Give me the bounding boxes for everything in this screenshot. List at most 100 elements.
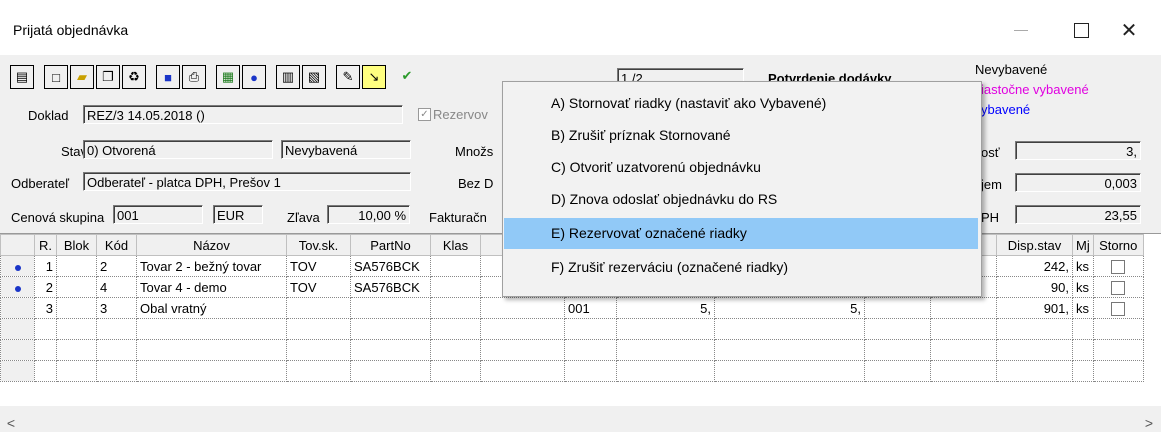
recycle-icon[interactable]: ♻ (122, 65, 146, 89)
menu-item-odoslat[interactable]: D) Znova odoslať objednávku do RS (504, 184, 978, 215)
mnozstvo-total-label: osť (981, 145, 1000, 160)
doklad-label: Doklad (28, 108, 69, 123)
col-header-mj[interactable]: Mj (1072, 234, 1094, 256)
monitor-icon[interactable]: ■ (156, 65, 180, 89)
dph-label: PH (981, 210, 1000, 225)
cell-klas (430, 255, 481, 277)
menu-item-rezervovat[interactable]: E) Rezervovať označené riadky (504, 218, 978, 249)
rezervov-label: Rezervov (433, 107, 488, 122)
odberatel-field[interactable]: Odberateľ - platca DPH, Prešov 1 (83, 172, 411, 191)
checkmark-icon[interactable]: ✔ (396, 65, 418, 87)
cell-blok (56, 276, 97, 298)
row-marker-icon (14, 285, 21, 292)
print-icon[interactable]: ⎙ (182, 65, 206, 89)
col-header-storno[interactable]: Storno (1092, 234, 1144, 256)
scroll-left-icon[interactable]: < (2, 414, 20, 432)
tool-icon[interactable]: ↘ (362, 65, 386, 89)
cenova-skupina-field[interactable]: 001 (113, 205, 203, 224)
close-button[interactable]: ✕ (1106, 10, 1152, 50)
cell-kod: 2 (96, 255, 137, 277)
cell-nazov: Obal vratný (136, 297, 287, 319)
cell-nazov: Tovar 4 - demo (136, 276, 287, 298)
minimize-icon (1014, 29, 1028, 31)
edit-icon[interactable]: ✎ (336, 65, 360, 89)
cell-c3: 5, (714, 297, 865, 319)
menu-item-zrusit-priznak[interactable]: B) Zrušiť príznak Stornované (504, 120, 978, 151)
horizontal-scrollbar[interactable]: < > (0, 414, 1161, 432)
minimize-button[interactable] (998, 10, 1044, 50)
cell-partno: SA576BCK (350, 276, 431, 298)
cell-kod: 3 (96, 297, 137, 319)
legend-nevybavene: Nevybavené (975, 62, 1048, 77)
cell-nazov: Tovar 2 - bežný tovar (136, 255, 287, 277)
cenova-skupina-label: Cenová skupina (11, 210, 105, 225)
maximize-button[interactable] (1058, 10, 1104, 50)
grid-corner (0, 234, 35, 256)
col-header-nazov[interactable]: Názov (136, 234, 287, 256)
odberatel-label: Odberateľ (11, 176, 69, 191)
mena-field[interactable]: EUR (213, 205, 263, 224)
col-header-r[interactable]: R. (34, 234, 57, 256)
table-row[interactable]: 3 3 Obal vratný 001 5, 5, 901, ks (0, 297, 1144, 319)
col-header-tovsk[interactable]: Tov.sk. (286, 234, 351, 256)
storno-checkbox[interactable] (1092, 255, 1144, 277)
cell-r: 3 (34, 297, 57, 319)
zlava-field[interactable]: 10,00 % (327, 205, 410, 224)
cell-blok (56, 297, 97, 319)
storno-checkbox[interactable] (1092, 297, 1144, 319)
cell-pct (930, 297, 997, 319)
storno-checkbox[interactable] (1092, 276, 1144, 298)
rezervov-checkbox[interactable]: ✓ (418, 108, 431, 121)
copy-icon[interactable]: ❐ (96, 65, 120, 89)
report-edit-icon[interactable]: ▧ (302, 65, 326, 89)
cell-tovsk (286, 297, 351, 319)
stav-field-2[interactable]: Nevybavená (281, 140, 411, 159)
cell-klas (430, 276, 481, 298)
objem-field[interactable]: 0,003 (1015, 173, 1141, 192)
menu-item-zrusit-rezervaciu[interactable]: F) Zrušiť rezerváciu (označené riadky) (504, 252, 978, 283)
cell-disp: 242, (996, 255, 1073, 277)
col-header-kod[interactable]: Kód (96, 234, 137, 256)
bez-dph-label: Bez D (458, 176, 494, 191)
cell-mj: ks (1072, 255, 1094, 277)
row-marker (0, 276, 35, 298)
col-header-partno[interactable]: PartNo (350, 234, 431, 256)
title-bar: Prijatá objednávka ✕ (0, 0, 1161, 55)
cell-r: 1 (34, 255, 57, 277)
cell-tovsk: TOV (286, 255, 351, 277)
menu-item-stornovat[interactable]: A) Stornovať riadky (nastaviť ako Vybave… (504, 88, 978, 119)
empty-row (0, 360, 1144, 382)
scroll-right-icon[interactable]: > (1140, 414, 1158, 432)
col-header-blok[interactable]: Blok (56, 234, 97, 256)
mnozstvo-total-field[interactable]: 3, (1015, 141, 1141, 160)
zlava-label: Zľava (287, 210, 320, 225)
new-doc-icon[interactable]: ▤ (10, 65, 34, 89)
cell-blok (56, 255, 97, 277)
empty-row (0, 318, 1144, 340)
row-marker-icon (14, 264, 21, 271)
empty-row (0, 339, 1144, 361)
cell-kod: 4 (96, 276, 137, 298)
context-menu: A) Stornovať riadky (nastaviť ako Vybave… (502, 81, 982, 297)
cell-partno (350, 297, 431, 319)
open-folder-icon[interactable]: ▰ (70, 65, 94, 89)
network-icon[interactable]: ▦ (216, 65, 240, 89)
stav-field[interactable]: 0) Otvorená (83, 140, 273, 159)
cell-klas (430, 297, 481, 319)
mnozstvo-label: Množs (455, 144, 494, 159)
toolbar: ▤ □ ▰ ❐ ♻ ■ ⎙ ▦ ● ▥ ▧ ✎ ↘ ✔ (10, 65, 418, 95)
report-icon[interactable]: ▥ (276, 65, 300, 89)
cell-tovsk: TOV (286, 276, 351, 298)
cell-disp: 90, (996, 276, 1073, 298)
row-marker (0, 255, 35, 277)
menu-item-otvorit[interactable]: C) Otvoriť uzatvorenú objednávku (504, 152, 978, 183)
maximize-icon (1073, 22, 1089, 38)
dph-field[interactable]: 23,55 (1015, 205, 1141, 224)
doklad-field[interactable]: REZ/3 14.05.2018 () (83, 105, 403, 124)
col-header-klas[interactable]: Klas (430, 234, 481, 256)
blank-doc-icon[interactable]: □ (44, 65, 68, 89)
col-header-disp[interactable]: Disp.stav (996, 234, 1073, 256)
cell-partno: SA576BCK (350, 255, 431, 277)
row-marker (0, 297, 35, 319)
blue-dot-icon[interactable]: ● (242, 65, 266, 89)
